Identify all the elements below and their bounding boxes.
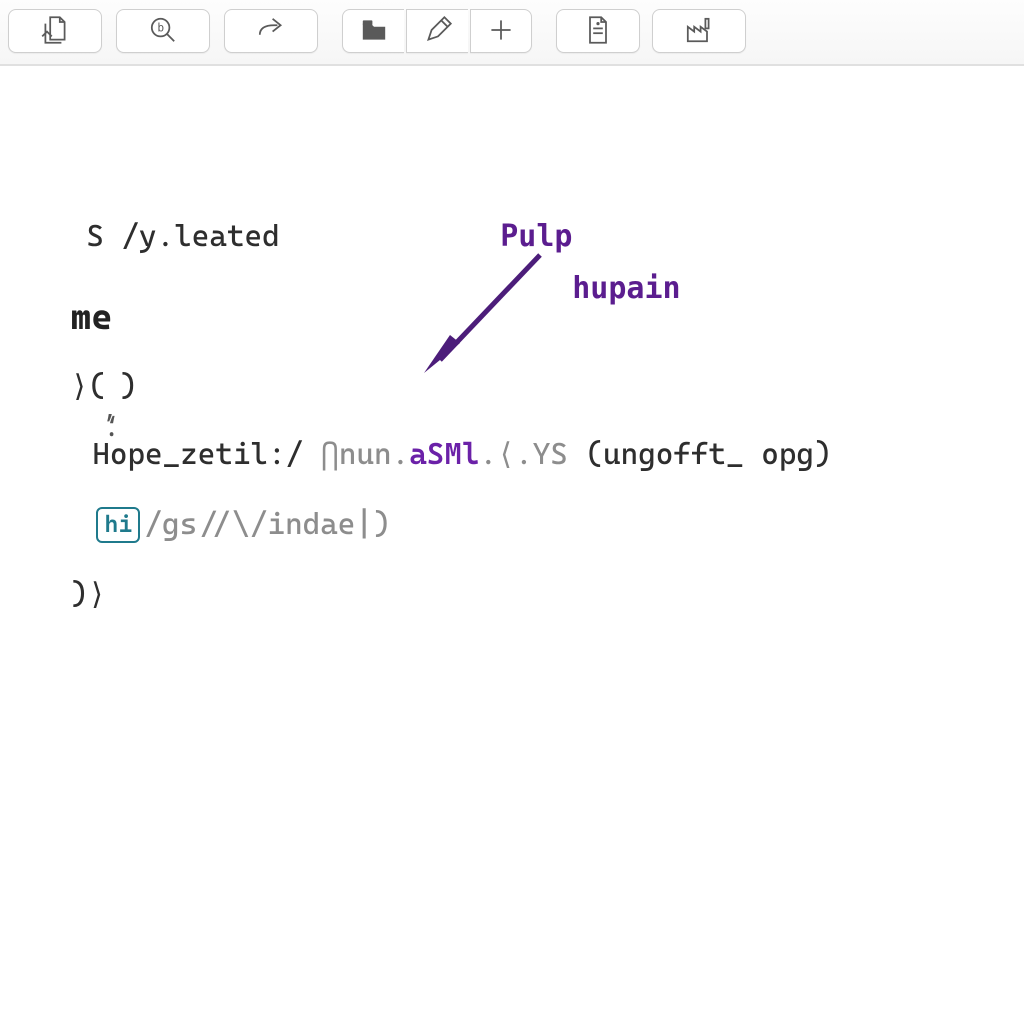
forward-arrow-icon <box>255 14 287 49</box>
folder-button[interactable] <box>342 9 404 53</box>
code-keyword: aSMl <box>409 437 479 472</box>
code-text: (ungofft_ opg) <box>568 437 832 472</box>
code-text: S /y.leated <box>86 219 279 254</box>
factory-icon <box>683 14 715 49</box>
annotation-text: hupain <box>572 271 680 306</box>
code-text: )⟩ <box>70 577 106 612</box>
zoom-icon: b <box>147 14 179 49</box>
file-new-icon <box>39 14 71 49</box>
folder-icon <box>358 14 390 49</box>
badge-label: hi <box>104 509 132 540</box>
code-editor[interactable]: S /y.leated me ⟩() Hope_zetil:/ ⋂nun.aSM… <box>0 66 1024 886</box>
toolbar: b <box>0 0 1024 66</box>
plus-icon <box>485 14 517 49</box>
build-button[interactable] <box>652 9 746 53</box>
svg-text:b: b <box>157 21 164 34</box>
forward-button[interactable] <box>224 9 318 53</box>
code-text-muted: .⟨.YS <box>480 437 568 472</box>
script-button[interactable] <box>556 9 640 53</box>
pencil-icon <box>422 14 454 49</box>
code-line-6: )⟩ <box>0 536 106 653</box>
add-button[interactable] <box>470 9 532 53</box>
file-new-button[interactable] <box>8 9 102 53</box>
code-text-muted: /gs//\/indae|) <box>144 507 390 542</box>
zoom-button[interactable]: b <box>116 9 210 53</box>
annotation-label-2: hupain <box>500 230 681 347</box>
script-file-icon <box>582 14 614 49</box>
edit-button[interactable] <box>406 9 468 53</box>
